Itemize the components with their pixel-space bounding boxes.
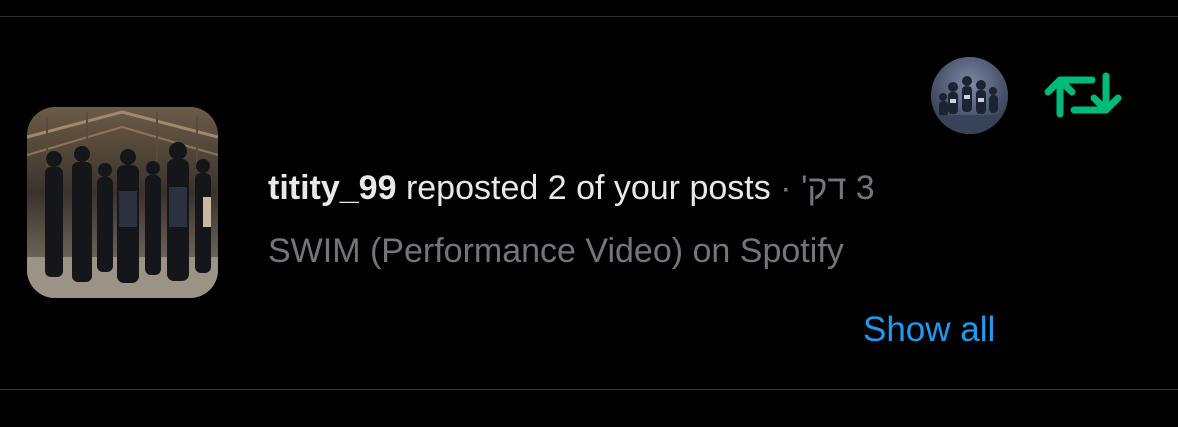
- post-title[interactable]: SWIM (Performance Video) on Spotify: [268, 231, 844, 271]
- separator: ·: [770, 169, 801, 207]
- notification-headline: titity_99 reposted 2 of your posts · 3 ד…: [268, 168, 875, 208]
- notifications-screen: titity_99 reposted 2 of your posts · 3 ד…: [0, 0, 1178, 427]
- avatar[interactable]: [931, 57, 1008, 134]
- timestamp: 3 דק': [800, 169, 875, 207]
- divider: [0, 389, 1178, 390]
- post-thumbnail[interactable]: [27, 107, 218, 298]
- action-text: reposted 2 of your posts: [396, 169, 771, 207]
- show-all-link[interactable]: Show all: [863, 310, 995, 350]
- username[interactable]: titity_99: [268, 169, 397, 207]
- repost-notification[interactable]: titity_99 reposted 2 of your posts · 3 ד…: [0, 17, 1178, 389]
- repost-icon: [1044, 68, 1122, 122]
